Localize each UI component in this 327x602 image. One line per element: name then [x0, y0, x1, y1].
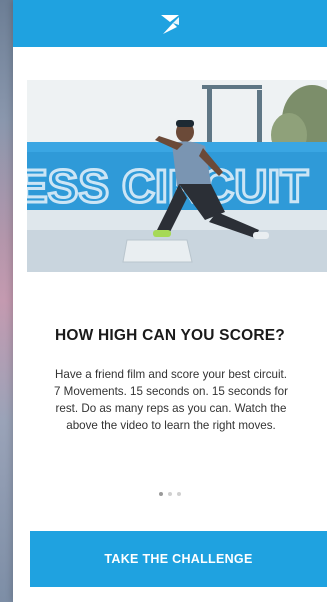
brand-logo-icon [161, 14, 179, 34]
pagination-dot[interactable] [168, 492, 172, 496]
carousel-pagination [13, 492, 327, 496]
app-header [13, 0, 327, 47]
page-title: HOW HIGH CAN YOU SCORE? [55, 327, 285, 344]
challenge-description: Have a friend film and score your best c… [54, 368, 288, 432]
take-challenge-button[interactable]: TAKE THE CHALLENGE [30, 531, 327, 587]
challenge-card: ESS CIRCUIT HOW HIGH CAN YOU SCORE? Have… [13, 0, 327, 602]
pagination-dot[interactable] [177, 492, 181, 496]
pagination-dot[interactable] [159, 492, 163, 496]
svg-text:ESS CIRCUIT: ESS CIRCUIT [27, 160, 308, 212]
hero-image: ESS CIRCUIT [27, 80, 327, 272]
